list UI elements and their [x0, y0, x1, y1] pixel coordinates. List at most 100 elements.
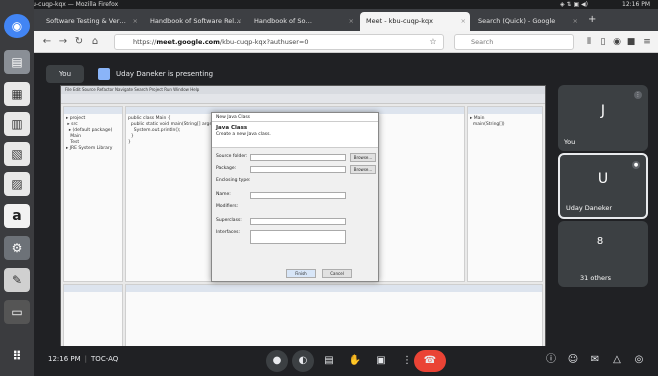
meet-control-bar: 12:16 PM | TOC-AQ ● ◐ ▤ ✋ ▣ ⋮ ☎ ⓘ ☺ ✉ △ ◎ — [34, 346, 658, 376]
shared-screen: File Edit Source Refactor Navigate Searc… — [60, 85, 546, 361]
info-icon[interactable]: ⓘ — [544, 353, 558, 367]
url-prefix: https:// — [133, 38, 157, 46]
calc-icon[interactable]: ▨ — [4, 172, 30, 196]
you-chip[interactable]: You — [46, 65, 84, 83]
menu-icon[interactable]: ≡ — [642, 36, 652, 48]
sheets-icon[interactable]: ▥ — [4, 112, 30, 136]
browse-button[interactable]: Browse... — [350, 165, 376, 174]
tab-label: Search (Quick) - Google — [478, 17, 556, 25]
avatar-initial: J — [600, 103, 606, 119]
tab-label: Software Testing & Ver… — [46, 17, 126, 25]
reload-icon[interactable]: ↻ — [72, 35, 86, 49]
show-apps-icon[interactable]: ⠿ — [4, 344, 30, 368]
people-icon[interactable]: ☺ — [566, 353, 580, 367]
close-icon[interactable]: × — [237, 12, 242, 31]
present-icon[interactable]: ▣ — [370, 350, 392, 372]
new-class-dialog: New Java Class Java Class Create a new Ja… — [211, 112, 379, 282]
ubuntu-dock: ◉ ▤ ▦ ▥ ▧ ▨ a ⚙ ✎ ▭ ⠿ — [0, 0, 34, 376]
tab-meet[interactable]: Meet - kbu-cuqp-kqx × — [360, 12, 470, 31]
pane-header — [126, 285, 542, 292]
browser-tab-strip: Software Testing & Ver… × Handbook of Sof… — [34, 9, 658, 31]
camera-icon[interactable]: ◐ — [292, 350, 314, 372]
browse-button[interactable]: Browse... — [350, 153, 376, 162]
raise-hand-icon[interactable]: ✋ — [344, 350, 366, 372]
cancel-button[interactable]: Cancel — [322, 269, 352, 278]
ide-menubar: File Edit Source Refactor Navigate Searc… — [61, 86, 545, 94]
bookmark-star-icon[interactable]: ☆ — [426, 35, 440, 49]
participant-tile-uday[interactable]: U ● Uday Daneker — [558, 153, 648, 219]
mic-icon[interactable]: ● — [266, 350, 288, 372]
close-icon[interactable]: × — [133, 12, 138, 31]
participant-tile-you[interactable]: J ⋮ You — [558, 85, 648, 151]
url-path: /kbu-cuqp-kqx?authuser=0 — [219, 38, 309, 46]
dialog-label: Interfaces: — [216, 230, 241, 235]
library-icon[interactable]: ⫴ — [584, 36, 594, 48]
text-editor-icon[interactable]: ✎ — [4, 268, 30, 292]
search-bar[interactable]: Search — [454, 34, 574, 50]
avatar-initial: 8 — [596, 236, 604, 247]
avatar-initial: U — [597, 171, 609, 187]
source-folder-field[interactable] — [250, 154, 346, 161]
name-field[interactable] — [250, 192, 346, 199]
system-clock[interactable]: 12:16 PM — [622, 0, 650, 9]
captions-icon[interactable]: ▤ — [318, 350, 340, 372]
home-icon[interactable]: ⌂ — [88, 35, 102, 49]
search-placeholder: Search — [471, 38, 494, 46]
tab-software-testing[interactable]: Software Testing & Ver… × — [40, 12, 142, 31]
system-tray[interactable]: ◈ ⇅ ▣ ◀) — [560, 0, 588, 9]
tab-handbook-1[interactable]: Handbook of Software Rel… × — [144, 12, 246, 31]
tab-search[interactable]: Search (Quick) - Google × — [472, 12, 582, 31]
docs-icon[interactable]: ▦ — [4, 82, 30, 106]
pane-header — [64, 107, 122, 114]
mic-status-icon: ● — [632, 161, 640, 169]
tab-handbook-2[interactable]: Handbook of So… × — [248, 12, 358, 31]
chat-icon[interactable]: ✉ — [588, 353, 602, 367]
slides-icon[interactable]: ▧ — [4, 142, 30, 166]
extension-icon[interactable]: ■ — [626, 36, 636, 48]
close-icon[interactable]: × — [349, 12, 354, 31]
terminal-icon[interactable]: ▭ — [4, 300, 30, 324]
finish-button[interactable]: Finish — [286, 269, 316, 278]
avatar: 8 — [589, 231, 611, 253]
close-icon[interactable]: × — [461, 12, 466, 31]
screen: Meet - kbu-cuqp-kqx — Mozilla Firefox ◈ … — [0, 0, 658, 376]
more-options-icon[interactable]: ⋮ — [634, 91, 642, 99]
dialog-label: Package: — [216, 166, 237, 171]
pane-header — [64, 285, 122, 292]
dialog-label: Source folder: — [216, 154, 248, 159]
end-call-icon[interactable]: ☎ — [414, 350, 446, 372]
tab-label: Meet - kbu-cuqp-kqx — [366, 17, 434, 25]
amazon-icon[interactable]: a — [4, 204, 30, 228]
close-icon[interactable]: × — [573, 12, 578, 31]
dialog-label: Superclass: — [216, 218, 242, 223]
activities-icon[interactable]: △ — [610, 353, 624, 367]
pane-header — [468, 107, 542, 114]
presenting-banner: Uday Daneker is presenting — [98, 65, 298, 83]
extension-icon[interactable]: ◉ — [612, 36, 622, 48]
package-field[interactable] — [250, 166, 346, 173]
dialog-header: Java Class Create a new Java class. — [212, 122, 378, 148]
participant-tile-others[interactable]: 8 31 others — [558, 221, 648, 287]
browser-navbar: ← → ↻ ⌂ https://meet.google.com/kbu-cuqp… — [34, 31, 658, 53]
chrome-icon[interactable]: ◉ — [4, 14, 30, 38]
interfaces-list[interactable] — [250, 230, 346, 244]
new-tab-icon[interactable]: + — [588, 14, 596, 25]
files-icon[interactable]: ▤ — [4, 50, 30, 74]
presenting-text: Uday Daneker is presenting — [116, 70, 214, 78]
url-domain: meet.google.com — [156, 38, 220, 46]
tab-label: Handbook of Software Rel… — [150, 17, 241, 25]
forward-icon[interactable]: → — [56, 35, 70, 49]
settings-icon[interactable]: ⚙ — [4, 236, 30, 260]
back-icon[interactable]: ← — [40, 35, 54, 49]
package-explorer: ▸ project ▸ src ▸ (default package) Main… — [63, 106, 123, 282]
ide-toolbar — [61, 94, 545, 104]
avatar: J — [589, 97, 617, 125]
participant-name: You — [564, 138, 576, 146]
url-bar[interactable]: https://meet.google.com/kbu-cuqp-kqx?aut… — [114, 34, 444, 50]
meeting-info: 12:16 PM | TOC-AQ — [48, 355, 119, 363]
shield-icon[interactable]: ◎ — [632, 353, 646, 367]
superclass-field[interactable] — [250, 218, 346, 225]
outline-pane: ▸ Main main(String[]) — [467, 106, 543, 282]
sidebar-icon[interactable]: ▯ — [598, 36, 608, 48]
dialog-label: Enclosing type: — [216, 178, 251, 183]
